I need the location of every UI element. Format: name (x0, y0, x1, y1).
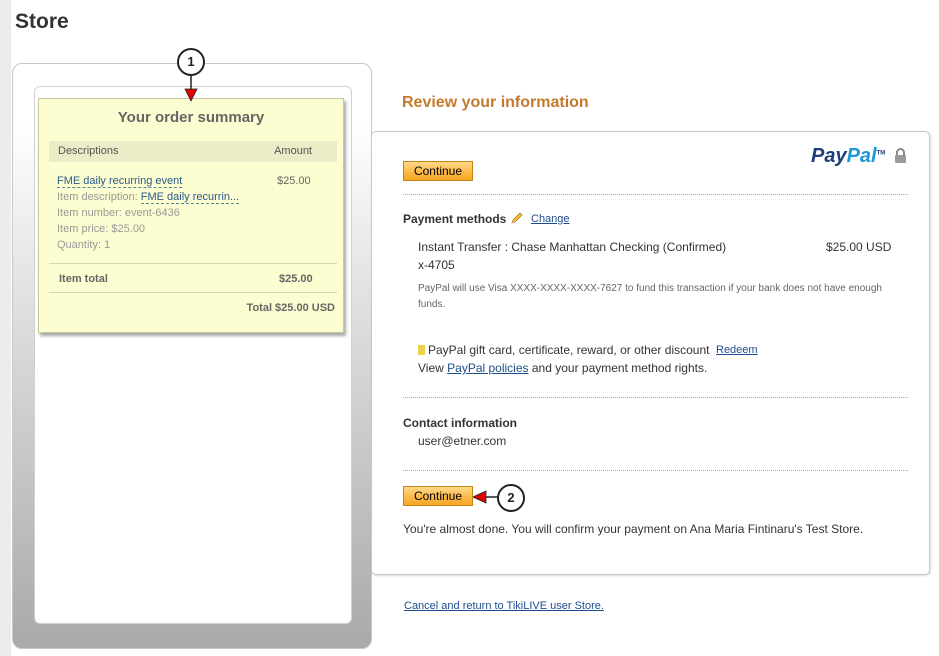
paypal-logo-pay: Pay (811, 145, 847, 167)
summary-divider (49, 263, 337, 264)
section-divider (403, 470, 908, 471)
item-total-value: $25.00 (279, 273, 313, 285)
page-title: Store (15, 10, 69, 33)
paypal-logo-pal: Pal (846, 145, 877, 167)
transfer-amount: $25.00 USD (826, 240, 892, 254)
view-suffix: and your payment method rights. (531, 361, 708, 375)
contact-email: user@etner.com (418, 434, 507, 448)
callout-arrow-down-icon (184, 75, 198, 102)
item-amount: $25.00 (277, 175, 311, 187)
paypal-logo-tm: TM (876, 150, 886, 157)
redeem-link[interactable]: Redeem (716, 344, 758, 356)
left-frame-bar (0, 0, 11, 656)
payment-methods-label: Payment methods (403, 212, 507, 226)
gift-card-icon (418, 345, 425, 355)
item-description-value[interactable]: FME daily recurrin... (140, 191, 240, 204)
continue-button-top[interactable]: Continue (403, 161, 473, 181)
contact-info-label: Contact information (403, 416, 517, 430)
account-suffix: x-4705 (418, 258, 455, 272)
item-description-label: Item description: (57, 191, 138, 203)
item-quantity: Quantity: 1 (57, 239, 111, 251)
item-number: Item number: event-6436 (57, 207, 180, 219)
section-divider (403, 194, 908, 195)
continue-button-bottom[interactable]: Continue (403, 486, 473, 506)
funding-note: PayPal will use Visa XXXX-XXXX-XXXX-7627… (418, 283, 882, 310)
item-name-link[interactable]: FME daily recurring event (57, 175, 183, 188)
gift-card-text: PayPal gift card, certificate, reward, o… (428, 343, 710, 357)
section-divider (403, 397, 908, 398)
paypal-policies-link[interactable]: PayPal policies (447, 361, 528, 375)
order-summary-card: Your order summary Descriptions Amount F… (38, 98, 344, 333)
transfer-method: Instant Transfer : Chase Manhattan Check… (418, 240, 727, 254)
order-summary-header: Descriptions Amount (49, 141, 337, 162)
amount-column-header: Amount (274, 145, 312, 157)
item-description: Item description: FME daily recurrin... (57, 191, 240, 204)
callout-2: 2 (497, 484, 525, 512)
order-summary-title: Your order summary (117, 109, 265, 126)
view-prefix: View (418, 361, 444, 375)
item-total-label: Item total (59, 273, 108, 285)
paypal-logo: PayPalTM (811, 145, 885, 168)
item-price: Item price: $25.00 (57, 223, 146, 235)
callout-1: 1 (177, 48, 205, 76)
cancel-return-link[interactable]: Cancel and return to TikiLIVE user Store… (404, 600, 604, 612)
grand-total: Total $25.00 USD (246, 302, 335, 314)
change-payment-link[interactable]: Change (531, 213, 570, 225)
lock-icon (895, 148, 906, 163)
pencil-icon (511, 212, 523, 224)
callout-arrow-left-icon (473, 490, 499, 504)
almost-done-text: You're almost done. You will confirm you… (403, 522, 864, 536)
descriptions-column-header: Descriptions (58, 145, 119, 157)
summary-divider (49, 292, 337, 293)
policies-line: View PayPal policies and your payment me… (418, 361, 707, 375)
review-title: Review your information (402, 94, 589, 111)
